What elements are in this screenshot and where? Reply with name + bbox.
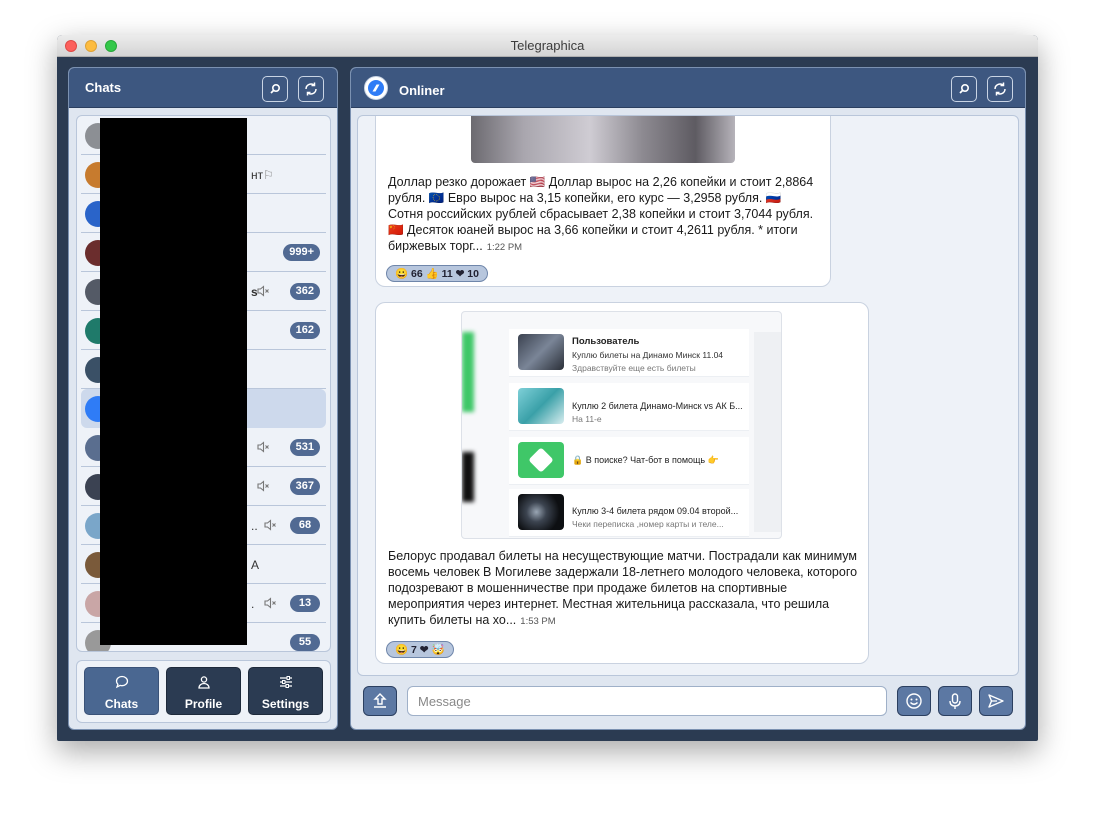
message-body: Доллар резко дорожает 🇺🇸 Доллар вырос на…	[388, 175, 814, 253]
chat-name: ..	[251, 519, 258, 533]
channel-avatar[interactable]	[364, 76, 388, 100]
screenshot-thumb	[518, 442, 564, 478]
redaction-block	[100, 118, 247, 645]
muted-icon	[257, 441, 269, 453]
unread-badge: 68	[290, 517, 320, 534]
upload-icon	[373, 693, 387, 708]
screenshot-list-item: 🔒 В поиске? Чат-бот в помощь 👉	[509, 437, 749, 485]
blur-strip	[462, 332, 474, 412]
send-icon	[988, 694, 1004, 708]
unread-badge: 13	[290, 595, 320, 612]
bot-shape	[528, 447, 554, 473]
voice-button[interactable]	[938, 686, 972, 716]
search-icon	[959, 83, 970, 94]
conversation-refresh-button[interactable]	[987, 76, 1013, 102]
chat-name: нт	[251, 168, 264, 182]
muted-icon	[264, 519, 276, 531]
person-icon	[197, 676, 210, 689]
screenshot-thumb	[518, 494, 564, 530]
chat-name: .	[251, 597, 255, 611]
message-screenshot-image[interactable]: Пользователь Куплю билеты на Динамо Минс…	[461, 311, 782, 539]
attach-button[interactable]	[363, 686, 397, 716]
unread-badge: 362	[289, 283, 320, 300]
message-text: Белорус продавал билеты на несуществующи…	[388, 548, 858, 630]
conversation-search-button[interactable]	[951, 76, 977, 102]
sliders-icon	[279, 676, 292, 688]
screenshot-list-item: Куплю 2 билета Динамо-Минск vs АК Б... Н…	[509, 383, 749, 431]
screenshot-thumb	[518, 388, 564, 424]
emoji-button[interactable]	[897, 686, 931, 716]
microphone-icon	[949, 693, 961, 709]
screenshot-thumb	[518, 334, 564, 370]
unread-badge: 531	[289, 439, 320, 456]
bottom-nav: Chats Profile Settings	[76, 660, 331, 723]
nav-profile-label: Profile	[184, 697, 223, 711]
refresh-icon	[994, 82, 1006, 96]
message-input[interactable]	[407, 686, 887, 716]
muted-icon	[264, 597, 276, 609]
conversation-title: Onliner	[399, 83, 445, 98]
nav-profile-button[interactable]: Profile	[166, 667, 241, 715]
blur-strip	[462, 452, 474, 502]
screenshot-item-line: Куплю 2 билета Динамо-Минск vs АК Б...	[572, 401, 743, 411]
nav-chats-label: Chats	[104, 697, 139, 711]
chats-header: Chats	[69, 68, 337, 108]
conversation-header: Onliner	[351, 68, 1025, 108]
refresh-icon	[305, 82, 317, 96]
chats-title: Chats	[85, 80, 122, 95]
chats-search-button[interactable]	[262, 76, 288, 102]
window-title: Telegraphica	[510, 38, 585, 53]
screenshot-list-item: Куплю 3-4 билета рядом 09.04 второй... Ч…	[509, 489, 749, 537]
flag-icon: ⚐	[263, 168, 274, 182]
nav-chats-button[interactable]: Chats	[84, 667, 159, 715]
message-reactions[interactable]: 😀 7 ❤ 🤯	[386, 641, 454, 658]
screenshot-list-item: Пользователь Куплю билеты на Динамо Минс…	[509, 329, 749, 377]
message-bubble: Доллар резко дорожает 🇺🇸 Доллар вырос на…	[375, 116, 831, 287]
message-bubble: Пользователь Куплю билеты на Динамо Минс…	[375, 302, 869, 664]
send-button[interactable]	[979, 686, 1013, 716]
chats-panel: Chats нт ⚐ 999+ s 362 162 531 367.. 68 А. 13 55 Cha…	[68, 67, 338, 730]
message-text: Доллар резко дорожает 🇺🇸 Доллар вырос на…	[388, 174, 818, 256]
onliner-logo-icon	[368, 80, 384, 96]
search-icon	[270, 83, 281, 94]
message-time: 1:22 PM	[486, 242, 523, 253]
title-bar: Telegraphica	[57, 35, 1038, 57]
message-list[interactable]: Доллар резко дорожает 🇺🇸 Доллар вырос на…	[357, 115, 1019, 676]
nav-settings-button[interactable]: Settings	[248, 667, 323, 715]
message-body: Белорус продавал билеты на несуществующи…	[388, 549, 858, 627]
muted-icon	[257, 480, 269, 492]
app-window: Telegraphica Chats нт ⚐ 999+ s 362 162 531 367.…	[57, 35, 1038, 741]
screenshot-item-line: 🔒 В поиске? Чат-бот в помощь 👉	[572, 455, 719, 465]
blur-strip	[754, 332, 781, 532]
unread-badge: 55	[290, 634, 320, 651]
chat-name: А	[251, 558, 260, 572]
screenshot-item-line: Куплю билеты на Динамо Минск 11.04	[572, 350, 724, 360]
unread-badge: 162	[289, 322, 320, 339]
chat-bubble-icon	[115, 675, 128, 689]
message-time: 1:53 PM	[520, 616, 556, 627]
screenshot-item-line: Здравствуйте еще есть билеты	[572, 363, 696, 373]
screenshot-item-line: На 11-е	[572, 414, 602, 424]
screenshot-item-line: Чеки переписка ,номер карты и теле...	[572, 519, 724, 529]
nav-settings-label: Settings	[261, 697, 310, 711]
unread-badge: 367	[289, 478, 320, 495]
message-photo[interactable]	[471, 116, 735, 163]
conversation-panel: Onliner Доллар резко дорожает 🇺🇸 Доллар …	[350, 67, 1026, 730]
message-reactions[interactable]: 😀 66 👍 11 ❤ 10	[386, 265, 488, 282]
chats-refresh-button[interactable]	[298, 76, 324, 102]
smiley-icon	[906, 693, 922, 709]
unread-badge: 999+	[283, 244, 320, 261]
muted-icon	[257, 285, 269, 297]
composer	[351, 682, 1025, 729]
screenshot-item-line: Куплю 3-4 билета рядом 09.04 второй...	[572, 506, 739, 516]
screenshot-item-title: Пользователь	[572, 336, 640, 347]
